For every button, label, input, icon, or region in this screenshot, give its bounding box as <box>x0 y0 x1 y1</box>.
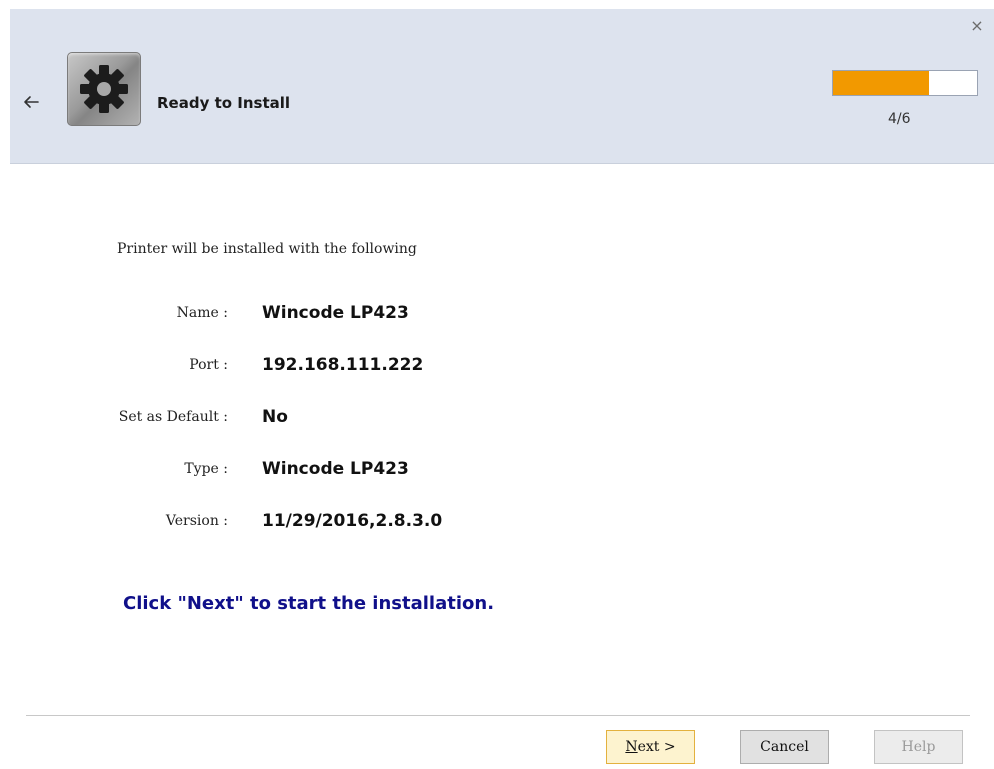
info-row-name: Name : Wincode LP423 <box>10 303 710 327</box>
port-label: Port : <box>189 357 228 373</box>
intro-text: Printer will be installed with the follo… <box>117 241 417 257</box>
version-value: 11/29/2016,2.8.3.0 <box>262 511 443 531</box>
progress-fill <box>833 71 930 95</box>
next-button[interactable]: Next > <box>606 730 695 764</box>
help-button[interactable]: Help <box>874 730 963 764</box>
version-label: Version : <box>165 513 228 529</box>
name-label: Name : <box>176 305 228 321</box>
instruction-text: Click "Next" to start the installation. <box>123 593 495 614</box>
close-button[interactable]: × <box>966 15 988 37</box>
install-progress-bar <box>832 70 978 96</box>
default-value: No <box>262 407 288 427</box>
cancel-button[interactable]: Cancel <box>740 730 829 764</box>
installer-dialog: × Ready to Install 4/6 Printer will be i… <box>10 9 994 769</box>
default-label: Set as Default : <box>118 409 228 425</box>
footer-divider <box>26 715 970 716</box>
back-button[interactable] <box>22 93 40 111</box>
gear-icon <box>67 52 141 126</box>
page-title: Ready to Install <box>157 94 291 112</box>
info-row-default: Set as Default : No <box>10 407 710 431</box>
type-value: Wincode LP423 <box>262 459 409 479</box>
arrow-left-icon <box>24 96 39 108</box>
info-row-port: Port : 192.168.111.222 <box>10 355 710 379</box>
name-value: Wincode LP423 <box>262 303 409 323</box>
info-row-version: Version : 11/29/2016,2.8.3.0 <box>10 511 710 535</box>
type-label: Type : <box>184 461 228 477</box>
port-value: 192.168.111.222 <box>262 355 424 375</box>
dialog-header: × Ready to Install 4/6 <box>10 9 994 164</box>
info-row-type: Type : Wincode LP423 <box>10 459 710 483</box>
step-indicator: 4/6 <box>888 111 911 127</box>
